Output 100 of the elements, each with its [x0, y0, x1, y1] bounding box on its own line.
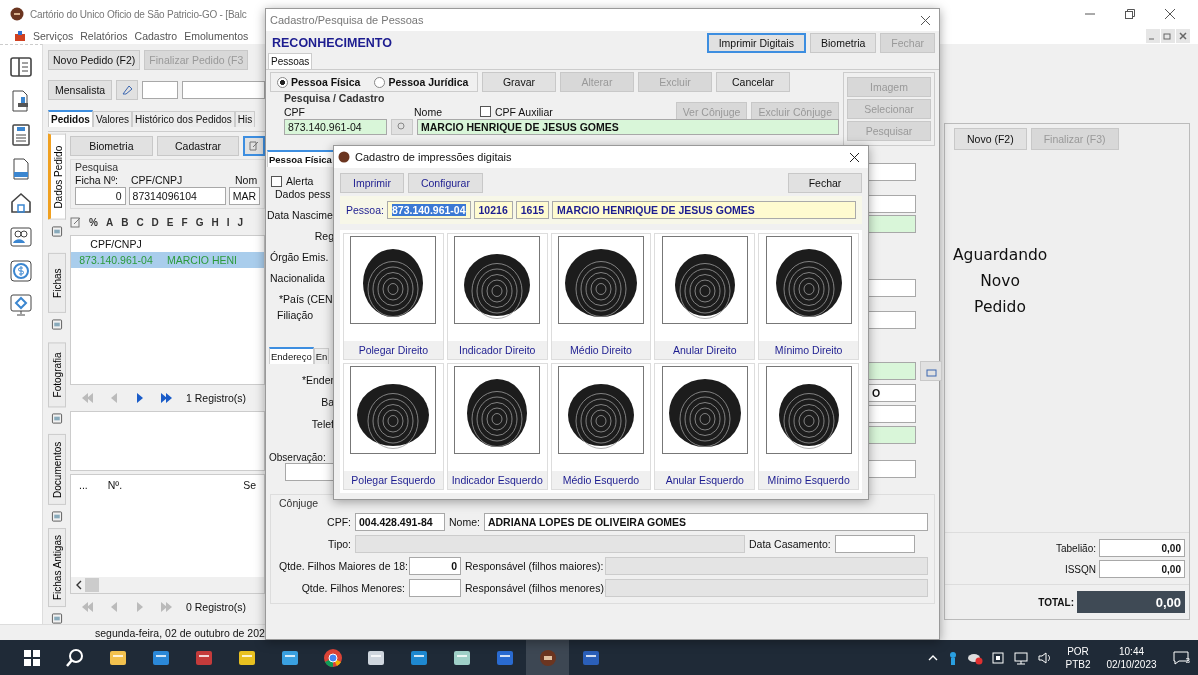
menu-item[interactable]: Cadastro [134, 30, 178, 42]
close-icon[interactable] [920, 14, 931, 26]
fingerprint-card[interactable]: Médio Direito [550, 233, 652, 360]
date-dropdown[interactable] [834, 535, 915, 553]
people-edit-icon[interactable] [9, 225, 33, 249]
tab[interactable]: Endereço [269, 347, 314, 364]
fingerprint-card[interactable]: Mínimo Direito [758, 233, 859, 360]
dropdown[interactable] [868, 163, 916, 181]
header-button[interactable]: Imprimir Digitais [706, 33, 806, 53]
checkbox[interactable] [271, 175, 282, 187]
side-tab[interactable]: Dados Pedido [48, 134, 66, 220]
person-field[interactable]: MARCIO HENRIQUE DE JESUS GOMES [552, 201, 856, 219]
header-button[interactable]: Biometria [809, 33, 877, 53]
name-field[interactable]: MARCIO HENRIQUE DE JESUS GOMES [417, 119, 839, 135]
restore-icon[interactable] [1124, 8, 1136, 20]
menu-item[interactable]: Serviços [33, 30, 74, 42]
mensalista-button[interactable]: Mensalista [48, 80, 113, 100]
person-field[interactable]: 873.140.961-04 [386, 201, 471, 219]
notifications-button[interactable]: 3 [1172, 650, 1190, 665]
close-button[interactable]: Fechar [788, 173, 862, 193]
tab[interactable]: His [234, 111, 256, 127]
input-field[interactable] [868, 215, 916, 233]
letter-filter[interactable]: B [121, 216, 129, 228]
search-button[interactable] [391, 119, 413, 135]
letter-filter[interactable]: D [151, 216, 159, 228]
fingerprint-card[interactable]: Indicador Direito [446, 233, 548, 360]
dollar-icon[interactable] [9, 259, 33, 283]
radio-button[interactable] [374, 76, 386, 88]
input-field[interactable] [868, 279, 916, 297]
letter-filter[interactable]: C [136, 216, 144, 228]
count-field[interactable] [409, 579, 461, 597]
eraser-button[interactable] [116, 80, 139, 100]
spouse-name-field[interactable]: ADRIANA LOPES DE OLIVEIRA GOMES [483, 513, 928, 531]
letter-filter[interactable]: E [166, 216, 174, 228]
ficha-field[interactable]: 0 [75, 187, 126, 205]
letter-filter[interactable]: J [237, 216, 243, 228]
spouse-cpf-field[interactable]: 004.428.491-84 [355, 513, 445, 531]
fingerprint-card[interactable]: Indicador Esquerdo [446, 363, 548, 490]
letter-filter[interactable]: H [211, 216, 219, 228]
input-field[interactable] [868, 311, 916, 329]
book-icon[interactable] [9, 55, 33, 79]
biometria-button[interactable]: Biometria [70, 136, 153, 156]
language-indicator[interactable]: POR PTB2 [1065, 644, 1091, 671]
cpf-field[interactable]: 873.140.961-04 [284, 119, 387, 135]
input-field[interactable] [868, 195, 916, 213]
radio-button[interactable] [277, 76, 288, 88]
tab[interactable]: Valores [92, 111, 133, 127]
last-icon[interactable] [160, 392, 172, 404]
checkbox[interactable] [480, 106, 491, 117]
input-field[interactable] [868, 362, 916, 380]
letter-filter[interactable]: F [181, 216, 188, 228]
name-field[interactable]: MAR [228, 187, 260, 205]
input-field[interactable] [868, 460, 916, 478]
tab[interactable]: Pedidos [48, 110, 93, 127]
person-field[interactable]: 1615 [515, 201, 550, 219]
side-tab[interactable]: Fotografia [48, 341, 66, 407]
letter-filter[interactable]: G [195, 216, 204, 228]
edit-button[interactable] [243, 136, 265, 156]
letter-filter[interactable]: I [226, 216, 230, 228]
fingerprint-card[interactable]: Mínimo Esquerdo [758, 363, 859, 490]
document-icon[interactable] [9, 123, 33, 147]
fingerprint-card[interactable]: Anular Esquerdo [654, 363, 756, 490]
input-field[interactable] [868, 405, 916, 423]
toolbar-button[interactable]: Configurar [407, 173, 483, 193]
radio-option[interactable]: Pessoa Física [277, 76, 361, 88]
input-field[interactable] [182, 81, 265, 99]
person-field[interactable]: 10216 [473, 201, 513, 219]
close-icon[interactable] [1164, 8, 1176, 20]
scrollbar-thumb[interactable] [85, 578, 99, 592]
fingerprint-card[interactable]: Polegar Direito [343, 233, 444, 360]
fingerprint-card[interactable]: Médio Esquerdo [550, 363, 652, 490]
menu-item[interactable]: Emolumentos [184, 30, 249, 42]
cpf-field[interactable]: 87314096104 [128, 187, 226, 205]
action-button[interactable]: Gravar [482, 72, 556, 92]
toolbar-button[interactable]: Novo (F2) [954, 128, 1027, 150]
chevron-left-icon[interactable] [75, 580, 83, 590]
tab[interactable]: Pessoas [268, 53, 313, 69]
input-field[interactable] [142, 81, 179, 99]
horizontal-scrollbar[interactable] [71, 577, 264, 593]
dropdown[interactable] [868, 426, 916, 444]
side-tab[interactable]: Fichas [48, 252, 66, 313]
toolbar-button[interactable]: Novo Pedido (F2) [48, 50, 141, 70]
toolbar-button[interactable]: Imprimir [340, 173, 404, 193]
fingerprint-card[interactable]: Anular Direito [654, 233, 756, 360]
state-dropdown[interactable]: O [868, 384, 916, 402]
side-tab[interactable]: Documentos [48, 434, 66, 505]
cadastrar-button[interactable]: Cadastrar [156, 136, 240, 156]
count-field[interactable]: 0 [409, 557, 461, 575]
meeting-icon[interactable] [991, 650, 1006, 665]
network-icon[interactable] [1013, 650, 1030, 665]
taskbar-button[interactable] [526, 640, 569, 675]
letter-filter[interactable]: % [89, 216, 98, 228]
fingerprint-card[interactable]: Polegar Esquerdo [343, 363, 444, 490]
clock[interactable]: 10:44 02/10/2023 [1106, 644, 1157, 671]
letter-filter[interactable]: A [105, 216, 114, 228]
tab[interactable]: Pessoa Física [267, 150, 334, 167]
close-icon[interactable] [849, 151, 860, 163]
home-icon[interactable] [9, 191, 33, 215]
monitor-icon[interactable] [9, 293, 33, 317]
tab[interactable]: Histórico dos Pedidos [132, 111, 235, 127]
